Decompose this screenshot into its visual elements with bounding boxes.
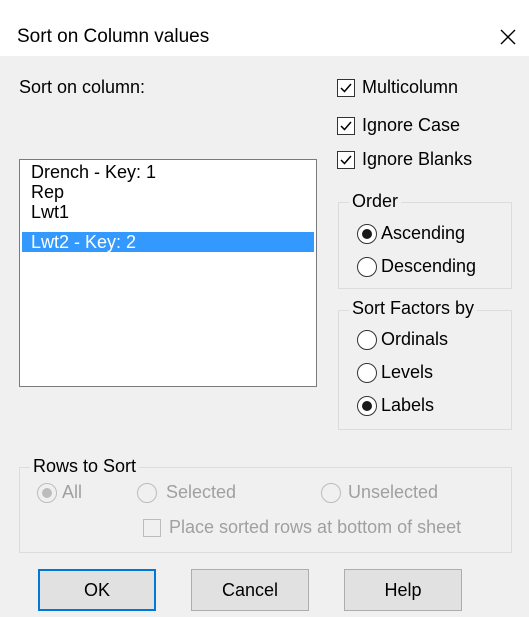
- list-item[interactable]: Drench - Key: 1: [22, 162, 314, 182]
- close-icon: [500, 29, 516, 45]
- title-bar: Sort on Column values: [0, 0, 529, 56]
- labels-radio[interactable]: [357, 396, 377, 416]
- place-bottom-label: Place sorted rows at bottom of sheet: [169, 517, 462, 537]
- ordinals-radio[interactable]: [357, 330, 377, 350]
- selected-label: Selected: [166, 482, 237, 502]
- unselected-radio[interactable]: [321, 483, 341, 503]
- all-label: All: [62, 482, 83, 502]
- sort-dialog: Sort on Column values Sort on column: Dr…: [0, 0, 529, 617]
- list-item[interactable]: Rep: [22, 182, 314, 202]
- all-radio[interactable]: [37, 483, 57, 503]
- close-button[interactable]: [483, 18, 529, 56]
- order-legend: Order: [349, 191, 402, 212]
- ascending-label: Ascending: [381, 223, 466, 243]
- descending-radio[interactable]: [357, 257, 377, 277]
- sort-factors-legend: Sort Factors by: [349, 298, 478, 319]
- ok-button[interactable]: OK: [38, 569, 156, 611]
- ordinals-label: Ordinals: [381, 329, 449, 349]
- place-bottom-checkbox[interactable]: [143, 519, 161, 537]
- rows-to-sort-legend: Rows to Sort: [30, 456, 140, 477]
- multicolumn-checkbox[interactable]: [337, 79, 355, 97]
- descending-label: Descending: [381, 256, 477, 276]
- unselected-label: Unselected: [348, 482, 439, 502]
- checkmark-icon: [340, 155, 352, 165]
- list-item[interactable]: Lwt1: [22, 202, 314, 222]
- cancel-button[interactable]: Cancel: [191, 569, 309, 611]
- levels-radio[interactable]: [357, 363, 377, 383]
- list-item-selected[interactable]: Lwt2 - Key: 2: [22, 232, 314, 252]
- dialog-title: Sort on Column values: [17, 26, 210, 47]
- ignore-case-label: Ignore Case: [362, 115, 461, 135]
- ignore-blanks-label: Ignore Blanks: [362, 149, 473, 169]
- checkmark-icon: [340, 121, 352, 131]
- ignore-case-checkbox[interactable]: [337, 117, 355, 135]
- rows-to-sort-group: [19, 467, 512, 553]
- checkmark-icon: [340, 83, 352, 93]
- ascending-radio[interactable]: [357, 224, 377, 244]
- ignore-blanks-checkbox[interactable]: [337, 151, 355, 169]
- multicolumn-label: Multicolumn: [362, 77, 459, 97]
- labels-label: Labels: [381, 395, 435, 415]
- radio-dot: [362, 229, 372, 239]
- column-listbox[interactable]: Drench - Key: 1 Rep Lwt1 Lwt2 - Key: 2: [19, 159, 317, 387]
- levels-label: Levels: [381, 362, 434, 382]
- radio-dot: [42, 488, 52, 498]
- radio-dot: [362, 401, 372, 411]
- selected-radio[interactable]: [137, 483, 157, 503]
- sort-on-column-label: Sort on column:: [19, 77, 146, 97]
- help-button[interactable]: Help: [344, 569, 462, 611]
